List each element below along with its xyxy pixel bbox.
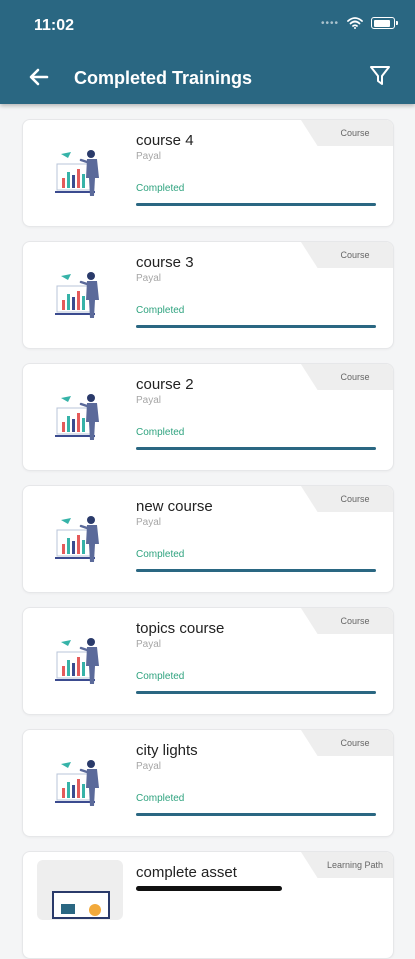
app-header: 11:02 •••• Completed Trainings bbox=[0, 0, 415, 104]
battery-icon bbox=[371, 17, 398, 29]
training-type-badge: Course bbox=[301, 242, 393, 268]
course-thumbnail-icon bbox=[55, 638, 99, 684]
training-status: Completed bbox=[136, 549, 185, 560]
training-card[interactable]: course 3 Payal Completed Course bbox=[22, 241, 394, 349]
training-title: complete asset bbox=[136, 864, 237, 881]
training-title: course 3 bbox=[136, 254, 194, 271]
training-author: Payal bbox=[136, 273, 162, 284]
home-indicator[interactable] bbox=[136, 886, 282, 891]
status-icons: •••• bbox=[320, 17, 398, 29]
training-author: Payal bbox=[136, 761, 162, 772]
course-thumbnail-icon bbox=[55, 272, 99, 318]
training-type-badge: Course bbox=[301, 730, 393, 756]
training-title: course 4 bbox=[136, 132, 194, 149]
training-card[interactable]: city lights Payal Completed Course bbox=[22, 729, 394, 837]
training-title: topics course bbox=[136, 620, 225, 637]
training-type-badge: Course bbox=[301, 486, 393, 512]
training-author: Payal bbox=[136, 395, 162, 406]
training-title: new course bbox=[136, 498, 213, 515]
course-thumbnail-icon bbox=[55, 150, 99, 196]
course-thumbnail-icon bbox=[55, 516, 99, 562]
training-type-badge: Course bbox=[301, 608, 393, 634]
wifi-icon bbox=[347, 17, 363, 29]
learning-path-image-icon bbox=[52, 891, 110, 919]
training-type-badge: Course bbox=[301, 364, 393, 390]
training-card[interactable]: topics course Payal Completed Course bbox=[22, 607, 394, 715]
course-thumbnail-icon bbox=[55, 760, 99, 806]
training-card[interactable]: course 2 Payal Completed Course bbox=[22, 363, 394, 471]
training-status: Completed bbox=[136, 183, 185, 194]
training-type-badge: Learning Path bbox=[301, 852, 393, 878]
filter-icon bbox=[370, 66, 390, 85]
training-card[interactable]: new course Payal Completed Course bbox=[22, 485, 394, 593]
progress-bar bbox=[136, 325, 376, 328]
training-author: Payal bbox=[136, 151, 162, 162]
course-thumbnail-icon bbox=[55, 394, 99, 440]
learning-path-thumbnail bbox=[37, 860, 123, 920]
signal-dots-icon: •••• bbox=[320, 17, 339, 29]
arrow-left-icon bbox=[29, 68, 49, 86]
training-status: Completed bbox=[136, 793, 185, 804]
training-card[interactable]: course 4 Payal Completed Course bbox=[22, 119, 394, 227]
training-status: Completed bbox=[136, 671, 185, 682]
status-time: 11:02 bbox=[34, 17, 75, 34]
progress-bar bbox=[136, 569, 376, 572]
training-type-badge: Course bbox=[301, 120, 393, 146]
filter-button[interactable] bbox=[369, 64, 391, 88]
progress-bar bbox=[136, 203, 376, 206]
page-title: Completed Trainings bbox=[74, 68, 253, 88]
training-title: city lights bbox=[136, 742, 198, 759]
back-button[interactable] bbox=[26, 64, 52, 90]
progress-bar bbox=[136, 691, 376, 694]
progress-bar bbox=[136, 447, 376, 450]
training-status: Completed bbox=[136, 305, 185, 316]
progress-bar bbox=[136, 813, 376, 816]
training-title: course 2 bbox=[136, 376, 194, 393]
training-author: Payal bbox=[136, 517, 162, 528]
training-status: Completed bbox=[136, 427, 185, 438]
training-author: Payal bbox=[136, 639, 162, 650]
training-card[interactable]: complete asset Learning Path bbox=[22, 851, 394, 959]
